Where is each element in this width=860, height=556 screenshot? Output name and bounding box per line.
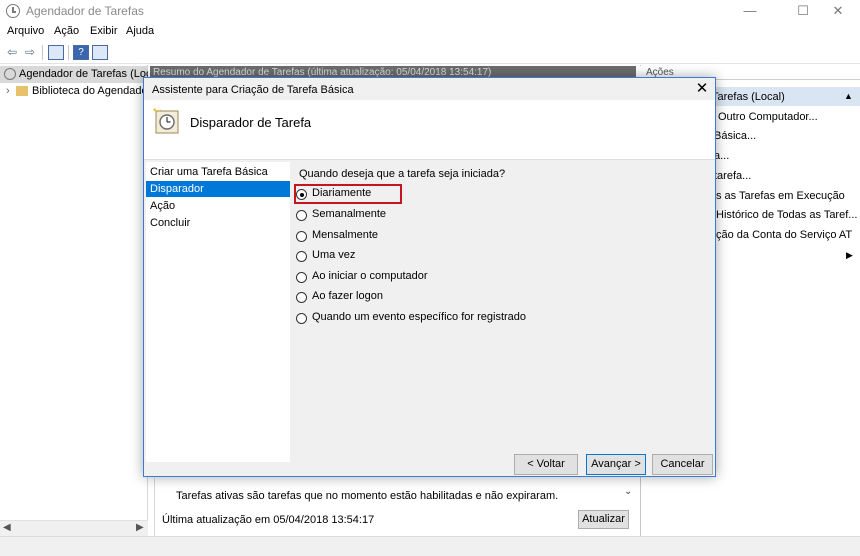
folder-icon xyxy=(16,86,28,96)
action-connect-computer[interactable]: Outro Computador... xyxy=(718,111,818,123)
menu-exibir[interactable]: Exibir xyxy=(90,25,118,37)
radio-button[interactable] xyxy=(296,210,307,221)
navigation-tree: Agendador de Tarefas (Local) › Biblioteca… xyxy=(0,65,148,520)
highlight-box xyxy=(294,184,402,204)
update-button[interactable]: Atualizar xyxy=(578,510,629,529)
trigger-question: Quando deseja que a tarefa seja iniciada… xyxy=(299,168,506,180)
clock-icon xyxy=(4,68,16,80)
minimize-icon[interactable]: — xyxy=(728,0,772,22)
close-icon[interactable]: ✕ xyxy=(693,80,711,98)
actions-group-label: Tarefas (Local) xyxy=(712,91,785,103)
window-close-icon[interactable]: ✕ xyxy=(816,0,860,22)
scroll-down-icon[interactable]: ⌄ xyxy=(624,486,632,497)
collapse-icon[interactable]: ▲ xyxy=(844,91,853,101)
summary-section xyxy=(154,478,634,536)
action-create-task[interactable]: a... xyxy=(714,150,729,162)
action-history[interactable]: Histórico de Todas as Taref... xyxy=(716,209,857,221)
step-create-basic-task: Criar uma Tarefa Básica xyxy=(150,166,268,178)
submenu-arrow-icon[interactable]: ▶ xyxy=(846,250,853,261)
radio-button[interactable] xyxy=(296,272,307,283)
dialog-title: Assistente para Criação de Tarefa Básica xyxy=(152,84,354,96)
radio-button[interactable] xyxy=(296,313,307,324)
step-action: Ação xyxy=(150,200,176,212)
radio-label: Mensalmente xyxy=(312,229,379,241)
back-button[interactable]: < Voltar xyxy=(514,454,578,475)
wizard-steps: Criar uma Tarefa Básica Disparador Ação … xyxy=(146,162,290,462)
action-import-task[interactable]: tarefa... xyxy=(714,170,751,182)
scroll-left-icon[interactable]: ◀ xyxy=(3,522,11,533)
help-icon[interactable]: ? xyxy=(73,45,89,60)
radio-label: Ao iniciar o computador xyxy=(312,270,428,282)
tree-item-library[interactable]: › Biblioteca do Agendador xyxy=(0,83,148,100)
next-button[interactable]: Avançar > xyxy=(586,454,646,475)
clock-icon xyxy=(6,4,20,18)
window-titlebar: Agendador de Tarefas — ☐ ✕ xyxy=(0,0,860,22)
toolbar-separator xyxy=(42,45,43,60)
tree-item-root-label: Agendador de Tarefas (Local) xyxy=(19,68,148,80)
radio-button[interactable] xyxy=(296,251,307,262)
basic-task-wizard-dialog: Assistente para Criação de Tarefa Básica… xyxy=(143,77,716,477)
tree-horizontal-scrollbar[interactable]: ◀ ▶ xyxy=(0,520,148,536)
action-running-tasks[interactable]: s as Tarefas em Execução xyxy=(716,190,845,202)
expand-chevron-icon[interactable]: › xyxy=(6,83,16,100)
cancel-button[interactable]: Cancelar xyxy=(652,454,713,475)
back-arrow-icon[interactable]: ⇦ xyxy=(3,44,21,61)
radio-button[interactable] xyxy=(296,231,307,242)
toolbar: ⇦ ⇨ ? xyxy=(0,42,860,64)
radio-label: Quando um evento específico for registra… xyxy=(312,311,527,323)
menu-acao[interactable]: Ação xyxy=(54,25,79,37)
show-hide-action-pane-icon[interactable] xyxy=(92,45,108,60)
radio-button[interactable] xyxy=(296,292,307,303)
forward-arrow-icon[interactable]: ⇨ xyxy=(21,44,39,61)
show-hide-tree-icon[interactable] xyxy=(48,45,64,60)
scroll-right-icon[interactable]: ▶ xyxy=(136,522,144,533)
radio-label: Semanalmente xyxy=(312,208,386,220)
dialog-heading: Disparador de Tarefa xyxy=(190,115,312,130)
last-update-text: Última atualização em 05/04/2018 13:54:1… xyxy=(162,514,375,526)
radio-label: Uma vez xyxy=(312,249,356,261)
step-finish: Concluir xyxy=(150,217,191,229)
tree-item-root[interactable]: Agendador de Tarefas (Local) xyxy=(0,66,148,83)
toolbar-separator xyxy=(68,45,69,60)
menu-ajuda[interactable]: Ajuda xyxy=(126,25,154,37)
window-title: Agendador de Tarefas xyxy=(26,4,144,18)
action-service-account[interactable]: ção da Conta do Serviço AT xyxy=(716,229,852,241)
radio-label: Ao fazer logon xyxy=(312,290,383,302)
action-create-basic-task[interactable]: Básica... xyxy=(714,130,756,142)
step-trigger: Disparador xyxy=(146,181,290,197)
tree-item-library-label: Biblioteca do Agendador xyxy=(32,85,148,97)
status-bar xyxy=(0,536,860,556)
dialog-header: Disparador de Tarefa xyxy=(144,100,715,160)
active-tasks-info: Tarefas ativas são tarefas que no moment… xyxy=(176,490,559,502)
menu-arquivo[interactable]: Arquivo xyxy=(7,25,44,37)
clock-wizard-icon xyxy=(153,107,179,134)
menu-bar: Arquivo Ação Exibir Ajuda xyxy=(0,22,860,42)
